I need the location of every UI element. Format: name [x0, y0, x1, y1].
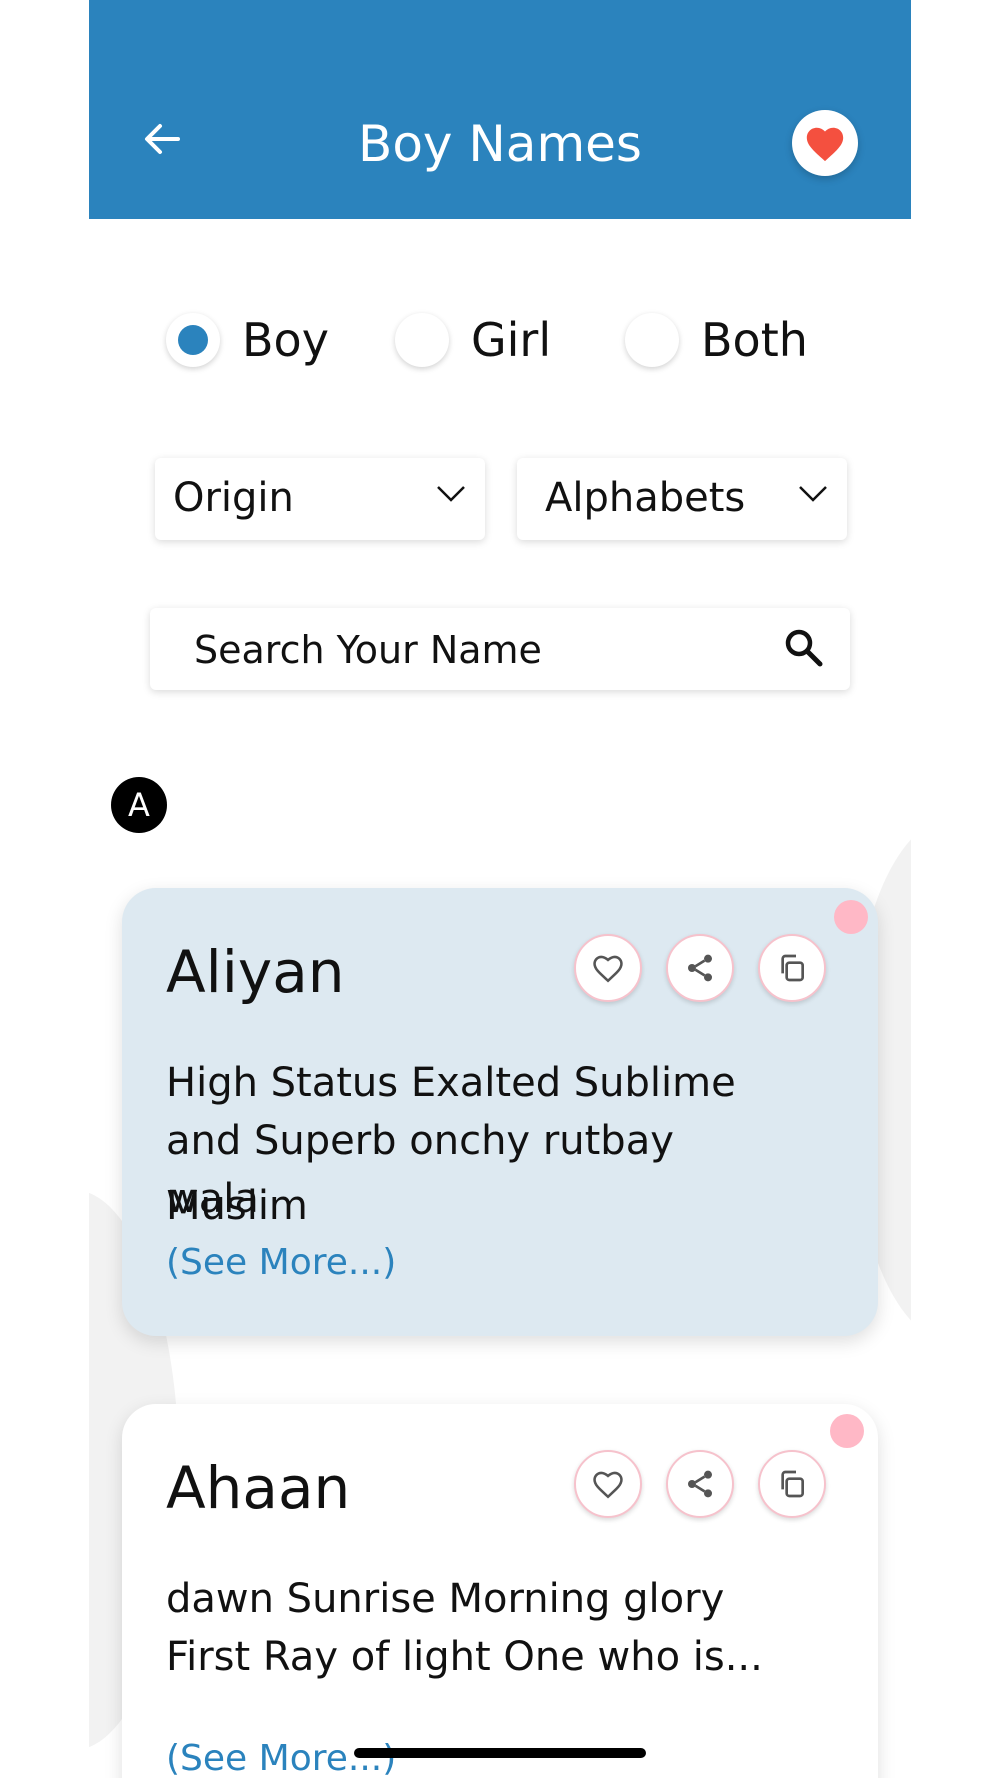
search-box: [150, 608, 850, 690]
decorative-dot: [834, 900, 868, 934]
radio-label-both: Both: [701, 313, 808, 367]
share-icon: [688, 954, 712, 982]
section-letter-badge: A: [111, 777, 167, 833]
home-indicator[interactable]: [354, 1748, 646, 1758]
favorite-button[interactable]: [574, 934, 642, 1002]
card-actions: [574, 1450, 826, 1518]
name-card[interactable]: Ahaan dawn Sunrise Morning glory First R…: [122, 1404, 878, 1778]
share-button[interactable]: [666, 1450, 734, 1518]
radio-circle: [166, 313, 220, 367]
card-actions: [574, 934, 826, 1002]
radio-both[interactable]: Both: [625, 305, 808, 375]
decorative-dot: [830, 1414, 864, 1448]
favorite-button[interactable]: [574, 1450, 642, 1518]
radio-label-girl: Girl: [471, 313, 552, 367]
heart-outline-icon: [593, 955, 623, 983]
copy-button[interactable]: [758, 1450, 826, 1518]
share-button[interactable]: [666, 934, 734, 1002]
app-header: Boy Names: [89, 0, 911, 219]
page-title: Boy Names: [358, 115, 642, 173]
share-icon: [688, 1470, 712, 1498]
radio-boy[interactable]: Boy: [166, 305, 329, 375]
radio-label-boy: Boy: [242, 313, 329, 367]
radio-selected-dot: [178, 325, 208, 355]
copy-icon: [781, 954, 804, 982]
alphabets-dropdown[interactable]: Alphabets: [517, 458, 847, 540]
radio-circle: [395, 313, 449, 367]
name-origin: Muslim: [166, 1183, 308, 1229]
see-more-link[interactable]: (See More...): [166, 1242, 396, 1283]
app-screen: Boy Names Boy Girl Both Origin Alphabets: [89, 0, 911, 1778]
chevron-down-icon: [437, 486, 465, 502]
see-more-link[interactable]: (See More...): [166, 1738, 396, 1778]
radio-circle: [625, 313, 679, 367]
search-input[interactable]: [192, 618, 756, 682]
heart-outline-icon: [593, 1471, 623, 1499]
origin-dropdown[interactable]: Origin: [155, 458, 485, 540]
alphabets-dropdown-label: Alphabets: [545, 475, 746, 521]
copy-icon: [781, 1470, 804, 1498]
chevron-down-icon: [799, 486, 827, 502]
copy-button[interactable]: [758, 934, 826, 1002]
origin-dropdown-label: Origin: [173, 475, 294, 521]
name-title: Aliyan: [166, 938, 345, 1006]
name-card[interactable]: Aliyan High Status Exalted Sublime and S…: [122, 888, 878, 1336]
name-meaning: dawn Sunrise Morning glory First Ray of …: [166, 1576, 763, 1680]
favorites-button[interactable]: [792, 110, 858, 176]
search-icon[interactable]: [784, 628, 824, 668]
heart-icon: [806, 127, 844, 162]
radio-girl[interactable]: Girl: [395, 305, 551, 375]
name-title: Ahaan: [166, 1454, 351, 1522]
gender-radio-group: Boy Girl Both: [89, 305, 911, 375]
